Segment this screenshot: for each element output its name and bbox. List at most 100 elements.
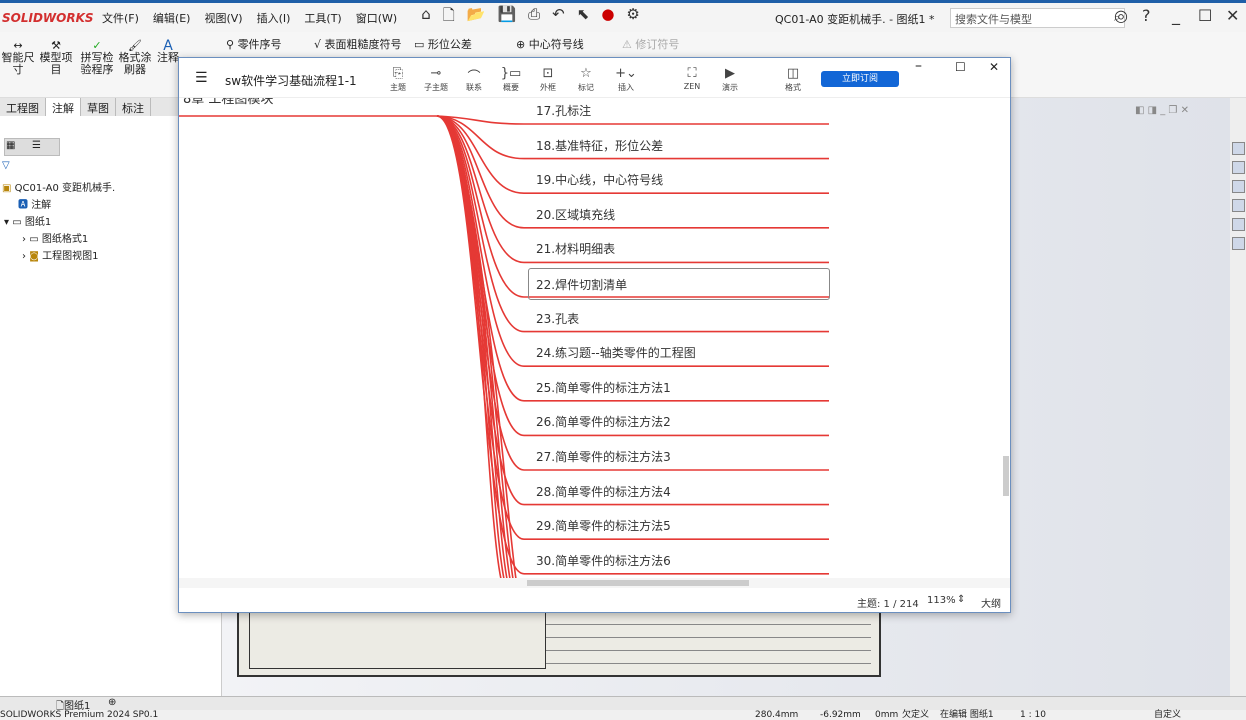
tool-present[interactable]: ▶ 演示 — [713, 66, 747, 93]
format-icon: ◫ — [786, 66, 800, 81]
menu-icon[interactable]: ☰ — [195, 70, 208, 86]
close-button[interactable]: ✕ — [1226, 6, 1239, 25]
home-pane-icon[interactable] — [1232, 142, 1245, 155]
tool-insert[interactable]: +⌄ 插入 — [609, 66, 643, 93]
view-palette-icon[interactable] — [1232, 199, 1245, 212]
subscribe-button[interactable]: 立即订阅 — [821, 71, 899, 87]
mindmap-node[interactable]: 30.简单零件的标注方法6 — [536, 552, 671, 569]
smart-dimension-button[interactable]: ↔ 智能尺寸 — [0, 40, 36, 76]
mindmap-minimize-button[interactable]: – — [915, 58, 922, 74]
menu-insert[interactable]: 插入(I) — [257, 12, 291, 25]
tool-zen[interactable]: ⛶ ZEN — [675, 66, 709, 91]
tool-summary[interactable]: }▭ 概要 — [494, 66, 528, 93]
mindmap-node[interactable]: 29.简单零件的标注方法5 — [536, 517, 671, 534]
mindmap-node[interactable]: 24.练习题--轴类零件的工程图 — [536, 344, 696, 361]
units-selector[interactable]: 自定义 — [1154, 710, 1181, 720]
tool-topic[interactable]: ⎘ 主题 — [381, 66, 415, 93]
gdt-button[interactable]: ▭ 形位公差 — [414, 39, 472, 51]
help-icon[interactable]: ? — [1142, 6, 1151, 25]
mindmap-node[interactable]: 18.基准特征，形位公差 — [536, 137, 663, 154]
tree-item-annotations[interactable]: 🅰 注解 — [18, 196, 51, 211]
tab-annotation[interactable]: 注解 — [46, 98, 81, 116]
label: 注解 — [31, 200, 52, 211]
view-window-controls[interactable]: ◧ ◨ _ ❐ ✕ — [1135, 105, 1189, 116]
topic-count: 主题: 1 / 214 — [857, 599, 919, 610]
user-icon[interactable]: ◎ — [1114, 6, 1128, 25]
vertical-scroll-thumb[interactable] — [1003, 456, 1009, 496]
save-icon[interactable]: 💾 — [497, 5, 516, 30]
surface-finish-button[interactable]: √ 表面粗糙度符号 — [314, 39, 402, 51]
mindmap-close-button[interactable]: ✕ — [989, 60, 999, 74]
undo-icon[interactable]: ↶ — [552, 5, 565, 30]
root-topic[interactable]: 8章 工程图模块 — [183, 98, 273, 107]
mindmap-node[interactable]: 19.中心线，中心符号线 — [536, 171, 663, 188]
tool-relationship[interactable]: ⌒ 联系 — [457, 66, 491, 93]
tab-dimension[interactable]: 标注 — [116, 98, 151, 116]
minimize-button[interactable]: _ — [1172, 6, 1180, 25]
tree-root[interactable]: ▣ QC01-A0 变距机械手. — [2, 179, 115, 194]
zoom-stepper-icon[interactable]: ⇕ — [957, 594, 965, 605]
menu-window[interactable]: 窗口(W) — [356, 12, 397, 25]
mindmap-node[interactable]: 28.简单零件的标注方法4 — [536, 483, 671, 500]
tool-format[interactable]: ◫ 格式 — [776, 66, 810, 93]
appearance-icon[interactable] — [1232, 218, 1245, 231]
tree-item-drawing-view[interactable]: › ◙ 工程图视图1 — [22, 247, 98, 262]
mindmap-node[interactable]: 20.区域填充线 — [536, 206, 615, 223]
tool-marker[interactable]: ☆ 标记 — [569, 66, 603, 93]
sheet-format-icon: ▭ — [29, 234, 39, 245]
center-mark-button[interactable]: ⊕ 中心符号线 — [516, 39, 584, 51]
sheet-tabs: 🗋图纸1 ⊕ — [0, 696, 1246, 712]
select-icon[interactable]: ⬉ — [577, 5, 590, 30]
task-pane — [1230, 98, 1246, 696]
new-icon[interactable]: 🗋 — [443, 5, 455, 30]
tree-item-sheet[interactable]: ▾ ▭ 图纸1 — [4, 213, 51, 228]
menu-view[interactable]: 视图(V) — [204, 12, 242, 25]
maximize-button[interactable]: ☐ — [1198, 6, 1212, 25]
tab-drawing[interactable]: 工程图 — [0, 98, 46, 116]
label: 模型项目 — [39, 51, 73, 76]
mindmap-node[interactable]: 27.简单零件的标注方法3 — [536, 448, 671, 465]
add-sheet-icon[interactable]: ⊕ — [108, 697, 116, 708]
sheet-scale[interactable]: 1 : 10 — [1020, 710, 1046, 720]
mindmap-canvas[interactable]: 8章 工程图模块 17.孔标注 18.基准特征，形位公差 19.中心线，中心符号线 2… — [179, 98, 1010, 579]
menu-tools[interactable]: 工具(T) — [304, 12, 341, 25]
model-items-button[interactable]: ⚒ 模型项目 — [38, 40, 74, 76]
mindmap-node[interactable]: 23.孔表 — [536, 310, 579, 327]
tool-boundary[interactable]: ⊡ 外框 — [531, 66, 565, 93]
print-icon[interactable]: ⎙ — [528, 5, 540, 30]
options-icon[interactable]: ⚙ — [626, 5, 639, 30]
format-painter-button[interactable]: 🖌 格式涂刷器 — [118, 40, 152, 76]
outline-button[interactable]: 大纲 — [981, 595, 1001, 610]
scroll-thumb[interactable] — [527, 580, 749, 586]
horizontal-scrollbar[interactable] — [179, 578, 1010, 588]
tree-item-sheet-format[interactable]: › ▭ 图纸格式1 — [22, 230, 88, 245]
property-manager-icon[interactable]: ☰ — [32, 140, 41, 151]
parts-pane-icon[interactable] — [1232, 161, 1245, 174]
menu-file[interactable]: 文件(F) — [102, 12, 139, 25]
rebuild-icon[interactable]: ● — [601, 5, 614, 30]
menu-edit[interactable]: 编辑(E) — [153, 12, 191, 25]
mindmap-maximize-button[interactable]: ☐ — [955, 60, 966, 74]
file-explorer-icon[interactable] — [1232, 180, 1245, 193]
tab-sketch[interactable]: 草图 — [81, 98, 116, 116]
filter-icon[interactable]: ▽ — [2, 160, 10, 171]
home-icon[interactable]: ⌂ — [421, 5, 431, 30]
mindmap-node[interactable]: 25.简单零件的标注方法1 — [536, 379, 671, 396]
spell-check-button[interactable]: ✓ 拼写检验程序 — [78, 40, 116, 76]
mindmap-node[interactable]: 17.孔标注 — [536, 102, 591, 119]
custom-properties-icon[interactable] — [1232, 237, 1245, 250]
note-button[interactable]: A 注释 — [156, 39, 180, 64]
label: 标记 — [578, 83, 594, 92]
label: 子主题 — [424, 83, 448, 92]
revision-symbol-button[interactable]: ⚠ 修订符号 — [622, 39, 679, 51]
tool-subtopic[interactable]: ⊸ 子主题 — [419, 66, 453, 93]
mindmap-node[interactable]: 22.焊件切割清单 — [528, 268, 830, 300]
search-input[interactable]: 搜索文件与模型 ⌕ — [950, 8, 1125, 28]
mindmap-node[interactable]: 21.材料明细表 — [536, 240, 615, 257]
open-icon[interactable]: 📂 — [467, 5, 486, 30]
zoom-level[interactable]: 113% — [927, 595, 956, 606]
feature-tree-icon: ▦ — [6, 140, 16, 151]
search-placeholder: 搜索文件与模型 — [955, 13, 1032, 26]
balloon-button[interactable]: ⚲ 零件序号 — [226, 39, 282, 51]
mindmap-node[interactable]: 26.简单零件的标注方法2 — [536, 413, 671, 430]
